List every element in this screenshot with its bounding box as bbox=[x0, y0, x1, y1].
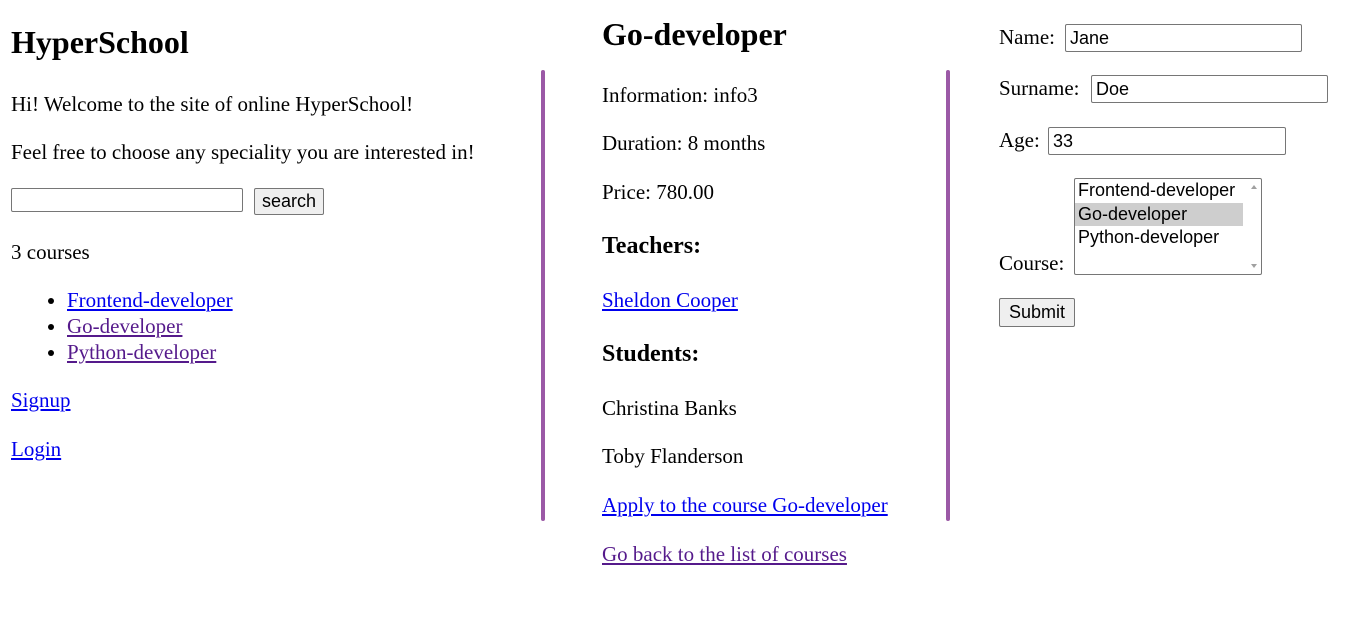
course-title: Go-developer bbox=[602, 16, 787, 52]
welcome-text: Hi! Welcome to the site of online HyperS… bbox=[11, 92, 414, 116]
course-link-python-developer[interactable]: Python-developer bbox=[67, 340, 216, 364]
age-field[interactable] bbox=[1048, 127, 1286, 155]
name-label: Name: bbox=[999, 25, 1055, 49]
column-divider bbox=[946, 70, 950, 521]
course-link-go-developer[interactable]: Go-developer bbox=[67, 314, 182, 338]
list-item: Frontend-developer bbox=[67, 288, 233, 314]
course-option[interactable]: Frontend-developer bbox=[1075, 179, 1261, 203]
teacher-link[interactable]: Sheldon Cooper bbox=[602, 288, 738, 313]
back-to-courses-link[interactable]: Go back to the list of courses bbox=[602, 542, 847, 567]
teachers-heading: Teachers: bbox=[602, 233, 702, 259]
column-divider bbox=[541, 70, 545, 521]
scroll-down-icon[interactable] bbox=[1251, 264, 1257, 268]
course-label: Course: bbox=[999, 251, 1065, 275]
students-heading: Students: bbox=[602, 341, 700, 367]
course-price: Price: 780.00 bbox=[602, 180, 714, 204]
course-count: 3 courses bbox=[11, 240, 90, 264]
name-field[interactable] bbox=[1065, 24, 1302, 52]
surname-field[interactable] bbox=[1091, 75, 1328, 103]
course-duration: Duration: 8 months bbox=[602, 131, 766, 155]
list-item: Python-developer bbox=[67, 340, 233, 366]
search-input[interactable] bbox=[11, 188, 243, 212]
scroll-up-icon[interactable] bbox=[1251, 185, 1257, 189]
choose-speciality-text: Feel free to choose any speciality you a… bbox=[11, 140, 475, 164]
course-link-frontend-developer[interactable]: Frontend-developer bbox=[67, 288, 233, 312]
signup-link[interactable]: Signup bbox=[11, 388, 71, 413]
site-title: HyperSchool bbox=[11, 24, 189, 60]
surname-label: Surname: bbox=[999, 76, 1080, 100]
student-name: Christina Banks bbox=[602, 396, 737, 420]
course-option-selected[interactable]: Go-developer bbox=[1075, 202, 1243, 226]
course-option[interactable]: Python-developer bbox=[1075, 226, 1261, 250]
login-link[interactable]: Login bbox=[11, 437, 61, 462]
apply-course-link[interactable]: Apply to the course Go-developer bbox=[602, 493, 888, 518]
list-item: Go-developer bbox=[67, 314, 233, 340]
search-button[interactable]: search bbox=[254, 188, 325, 215]
course-select[interactable]: Frontend-developer Go-developer Python-d… bbox=[1074, 178, 1262, 275]
course-information: Information: info3 bbox=[602, 83, 758, 107]
submit-button[interactable]: Submit bbox=[999, 298, 1076, 327]
course-list: Frontend-developer Go-developer Python-d… bbox=[11, 288, 233, 366]
student-name: Toby Flanderson bbox=[602, 444, 744, 468]
age-label: Age: bbox=[999, 128, 1040, 152]
